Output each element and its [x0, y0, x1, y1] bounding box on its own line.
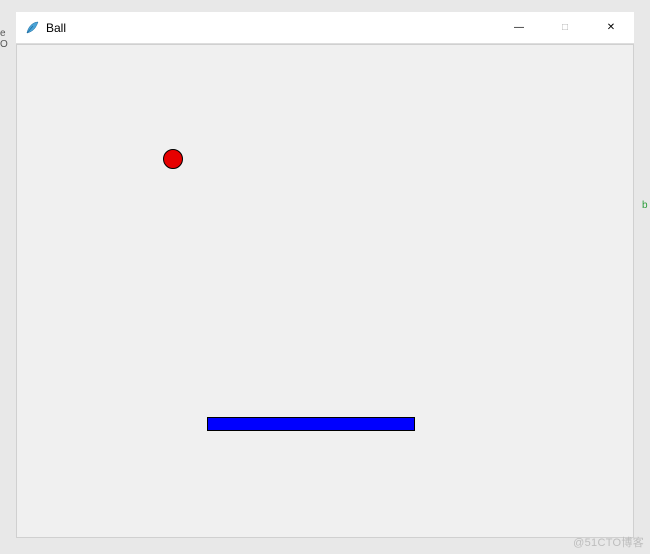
window-controls: — □ ✕: [496, 12, 634, 43]
close-button[interactable]: ✕: [588, 12, 634, 43]
window-titlebar[interactable]: Ball — □ ✕: [16, 12, 634, 44]
minimize-button[interactable]: —: [496, 12, 542, 43]
game-canvas[interactable]: [16, 44, 634, 538]
feather-icon: [24, 20, 40, 36]
paddle[interactable]: [207, 417, 415, 431]
ball: [163, 149, 183, 169]
maximize-button: □: [542, 12, 588, 43]
background-code-fragment-right: b: [642, 200, 650, 211]
background-code-fragment-left: e O: [0, 28, 10, 50]
window-title: Ball: [46, 21, 496, 35]
